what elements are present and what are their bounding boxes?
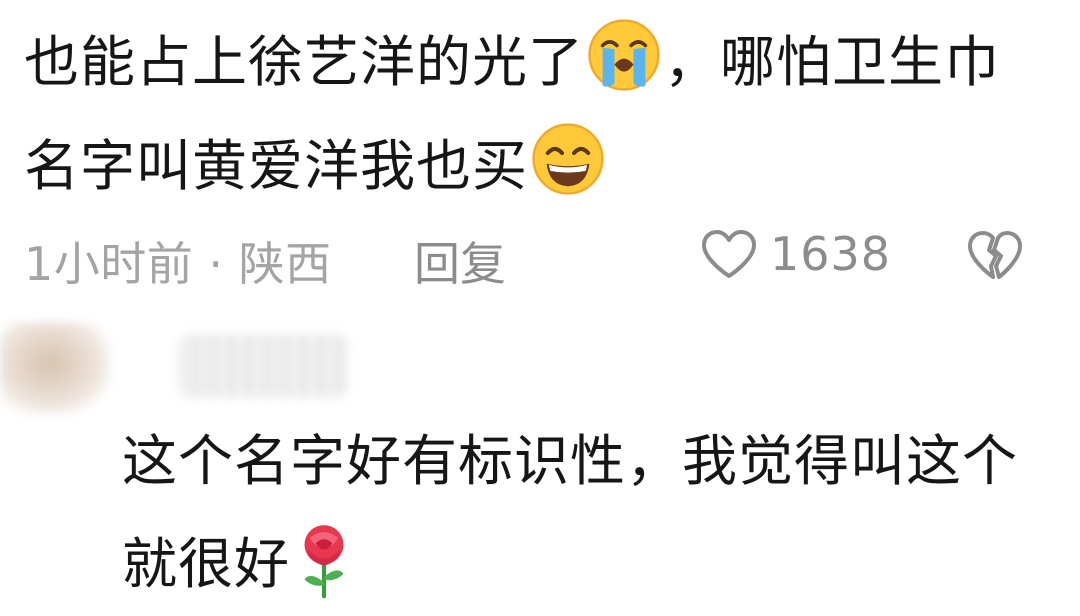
comment-text-part1: 也能占上徐艺洋的光了	[24, 30, 585, 94]
reply-user-header	[0, 316, 380, 416]
comment-time-location: 1小时前 · 陕西	[24, 237, 332, 291]
comment-meta-row: 1小时前 · 陕西 回复 1638	[24, 218, 1054, 291]
reply-body: 这个名字好有标识性，我觉得叫这个就很好	[122, 410, 1052, 616]
reply-button[interactable]: 回复	[414, 228, 506, 294]
loudly-crying-face-emoji-icon	[588, 19, 660, 91]
broken-heart-icon[interactable]	[966, 228, 1024, 282]
heart-icon	[702, 230, 756, 278]
avatar[interactable]	[0, 322, 110, 414]
like-button[interactable]: 1638	[700, 224, 891, 284]
reply-text: 这个名字好有标识性，我觉得叫这个就很好	[122, 429, 1019, 596]
comment-body: 也能占上徐艺洋的光了 ，哪怕卫生巾名字叫黄爱洋我也买	[24, 10, 1054, 218]
username[interactable]	[178, 334, 348, 398]
rose-emoji-icon	[304, 525, 344, 599]
grinning-face-emoji-icon	[532, 123, 604, 195]
like-count: 1638	[770, 227, 892, 281]
